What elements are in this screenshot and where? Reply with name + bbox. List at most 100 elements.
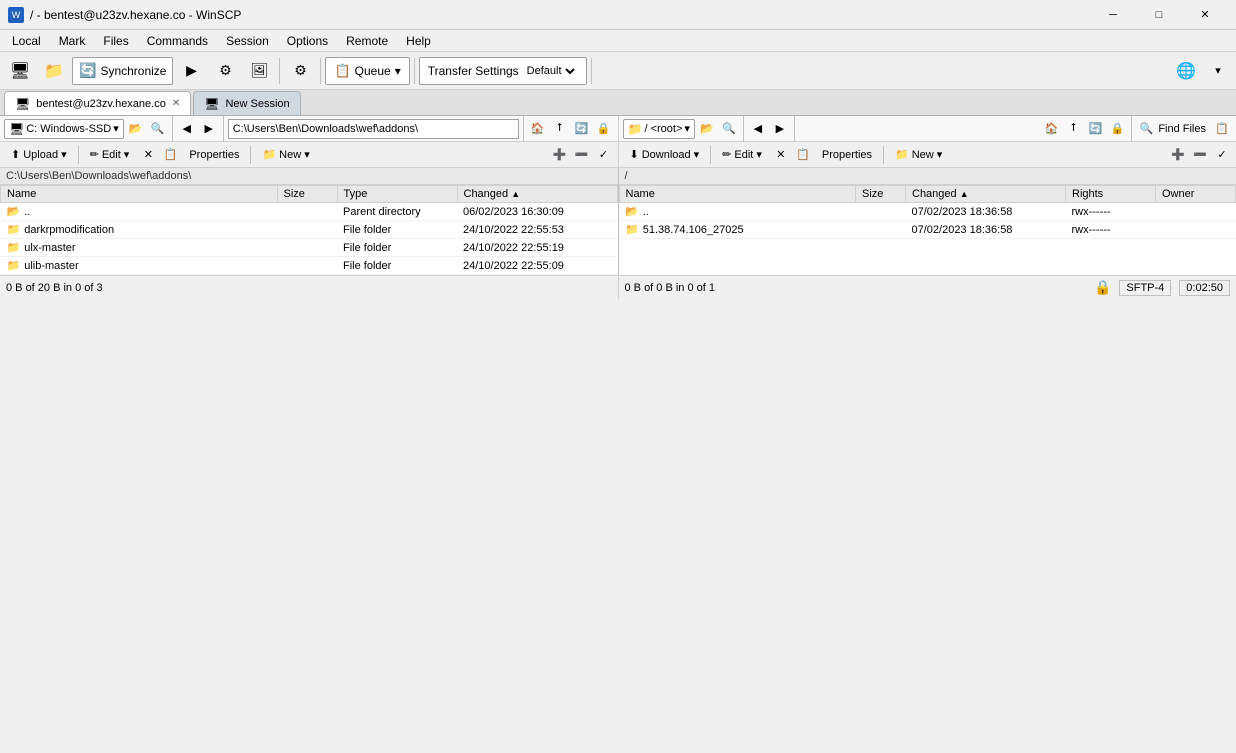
- left-edit-arrow: ▾: [124, 148, 130, 161]
- left-table-row[interactable]: 📁ulib-master File folder 24/10/2022 22:5…: [1, 257, 618, 275]
- action-sep-2: [250, 146, 251, 164]
- terminal-icon: ▶: [180, 60, 202, 82]
- menu-local[interactable]: Local: [4, 32, 49, 50]
- right-file-owner: [1156, 203, 1236, 221]
- right-back-btn[interactable]: ◀: [748, 119, 768, 139]
- toolbar-separator-2: [320, 58, 321, 84]
- right-file-table[interactable]: Name Size Changed ▲ Rights Owner 📂.. 07/…: [619, 185, 1236, 275]
- left-file-name: 📁darkrpmodification: [1, 221, 278, 239]
- left-file-size: [277, 239, 337, 257]
- right-new-button[interactable]: 📁 New ▾: [888, 144, 949, 166]
- left-col-size[interactable]: Size: [277, 186, 337, 203]
- tab-session[interactable]: 🖥 bentest@u23zv.hexane.co ✕: [4, 91, 191, 115]
- right-table-row[interactable]: 📁51.38.74.106_27025 07/02/2023 18:36:58 …: [619, 221, 1236, 239]
- find-files-label: Find Files: [1158, 123, 1206, 135]
- left-refresh-btn[interactable]: 🔄: [572, 119, 592, 139]
- right-lock-btn[interactable]: 🔒: [1107, 119, 1127, 139]
- left-minus-btn[interactable]: ➖: [572, 145, 592, 165]
- right-col-changed[interactable]: Changed ▲: [906, 186, 1066, 203]
- left-forward-btn[interactable]: ▶: [199, 119, 219, 139]
- left-delete-btn[interactable]: ✕: [138, 145, 158, 165]
- left-check-btn[interactable]: ✓: [594, 145, 614, 165]
- left-add-btn[interactable]: ➕: [550, 145, 570, 165]
- right-path-dropdown[interactable]: 📁 / <root> ▾: [623, 119, 695, 139]
- left-back-btn[interactable]: ◀: [177, 119, 197, 139]
- toolbar-btn-4[interactable]: ⚙: [209, 56, 241, 86]
- right-copy-btn[interactable]: 📋: [793, 145, 813, 165]
- menu-session[interactable]: Session: [218, 32, 277, 50]
- right-home-btn[interactable]: 🏠: [1041, 119, 1061, 139]
- toolbar-btn-5[interactable]: 🖼: [243, 56, 275, 86]
- right-table-row[interactable]: 📂.. 07/02/2023 18:36:58 rwx------: [619, 203, 1236, 221]
- tab-new-session[interactable]: 🖥 New Session: [193, 91, 300, 115]
- left-properties-btn[interactable]: Properties: [182, 144, 246, 166]
- right-col-name[interactable]: Name: [619, 186, 856, 203]
- menu-commands[interactable]: Commands: [139, 32, 216, 50]
- left-root-btn[interactable]: ⭡: [550, 119, 570, 139]
- right-filter-btn[interactable]: 🔍: [719, 119, 739, 139]
- transfer-settings-select[interactable]: Default: [523, 64, 578, 78]
- queue-button[interactable]: 📋 Queue ▾: [325, 57, 409, 85]
- left-file-type: Parent directory: [337, 203, 457, 221]
- right-col-owner[interactable]: Owner: [1156, 186, 1236, 203]
- left-lock-btn[interactable]: 🔒: [594, 119, 614, 139]
- right-forward-btn[interactable]: ▶: [770, 119, 790, 139]
- menu-remote[interactable]: Remote: [338, 32, 396, 50]
- left-file-table[interactable]: Name Size Type Changed ▲ 📂.. Parent dire…: [0, 185, 618, 275]
- left-filter-btn[interactable]: 🔍: [148, 119, 168, 139]
- right-edit-button[interactable]: ✏ Edit ▾: [715, 144, 769, 166]
- right-action-bar: ⬇ Download ▾ ✏ Edit ▾ ✕ 📋 Properties 📁 N…: [619, 142, 1236, 167]
- right-extra-btn[interactable]: 📋: [1212, 119, 1232, 139]
- settings-icon: ⚙: [289, 60, 311, 82]
- download-button[interactable]: ⬇ Download ▾: [623, 144, 707, 166]
- left-col-type[interactable]: Type: [337, 186, 457, 203]
- right-nav-folder[interactable]: 📂: [697, 119, 717, 139]
- toolbar-btn-1[interactable]: 🖥: [4, 56, 36, 86]
- left-drive-dropdown[interactable]: 🖥 C: Windows-SSD ▾: [4, 119, 124, 139]
- toolbar-btn-2[interactable]: 📁: [38, 56, 70, 86]
- tab-session-close[interactable]: ✕: [172, 98, 180, 109]
- right-root-btn[interactable]: ⭡: [1063, 119, 1083, 139]
- close-button[interactable]: ✕: [1182, 0, 1228, 30]
- left-home-btn[interactable]: 🏠: [528, 119, 548, 139]
- left-col-name[interactable]: Name: [1, 186, 278, 203]
- left-address-bar: 🖥 C: Windows-SSD ▾ 📂 🔍 ◀ ▶ 🏠 ⭡ 🔄 🔒: [0, 116, 619, 141]
- left-nav-folder[interactable]: 📂: [126, 119, 146, 139]
- right-add-btn[interactable]: ➕: [1168, 145, 1188, 165]
- image-icon: 🖼: [248, 60, 270, 82]
- left-path-input[interactable]: [228, 119, 519, 139]
- left-edit-button[interactable]: ✏ Edit ▾: [83, 144, 137, 166]
- toolbar-btn-3[interactable]: ▶: [175, 56, 207, 86]
- address-bars: 🖥 C: Windows-SSD ▾ 📂 🔍 ◀ ▶ 🏠 ⭡ 🔄 🔒 📁 / <…: [0, 116, 1236, 142]
- left-table-row[interactable]: 📂.. Parent directory 06/02/2023 16:30:09: [1, 203, 618, 221]
- left-table-row[interactable]: 📁ulx-master File folder 24/10/2022 22:55…: [1, 239, 618, 257]
- toolbar-right-dropdown[interactable]: ▾: [1204, 56, 1232, 86]
- find-files-btn[interactable]: 🔍: [1136, 119, 1156, 139]
- menu-files[interactable]: Files: [95, 32, 136, 50]
- menu-mark[interactable]: Mark: [51, 32, 94, 50]
- right-refresh-btn[interactable]: 🔄: [1085, 119, 1105, 139]
- right-col-rights[interactable]: Rights: [1066, 186, 1156, 203]
- upload-button[interactable]: ⬆ Upload ▾: [4, 144, 74, 166]
- minimize-button[interactable]: ─: [1090, 0, 1136, 30]
- download-arrow: ▾: [694, 148, 700, 161]
- right-path-label: / <root>: [644, 123, 682, 135]
- right-properties-btn[interactable]: Properties: [815, 144, 879, 166]
- left-copy-btn[interactable]: 📋: [160, 145, 180, 165]
- left-col-changed[interactable]: Changed ▲: [457, 186, 617, 203]
- toolbar-right-1[interactable]: 🌐: [1170, 56, 1202, 86]
- toolbar-settings[interactable]: ⚙: [284, 56, 316, 86]
- maximize-button[interactable]: □: [1136, 0, 1182, 30]
- left-new-button[interactable]: 📁 New ▾: [255, 144, 316, 166]
- transfer-settings-label: Transfer Settings: [428, 64, 519, 78]
- right-col-size[interactable]: Size: [856, 186, 906, 203]
- right-delete-btn[interactable]: ✕: [771, 145, 791, 165]
- right-check-btn[interactable]: ✓: [1212, 145, 1232, 165]
- menu-help[interactable]: Help: [398, 32, 439, 50]
- right-minus-btn[interactable]: ➖: [1190, 145, 1210, 165]
- menu-options[interactable]: Options: [279, 32, 336, 50]
- status-bars: 0 B of 20 B in 0 of 3 0 B of 0 B in 0 of…: [0, 275, 1236, 299]
- left-table-row[interactable]: 📁darkrpmodification File folder 24/10/20…: [1, 221, 618, 239]
- right-action-sep-2: [883, 146, 884, 164]
- synchronize-button[interactable]: 🔄 Synchronize: [72, 57, 173, 85]
